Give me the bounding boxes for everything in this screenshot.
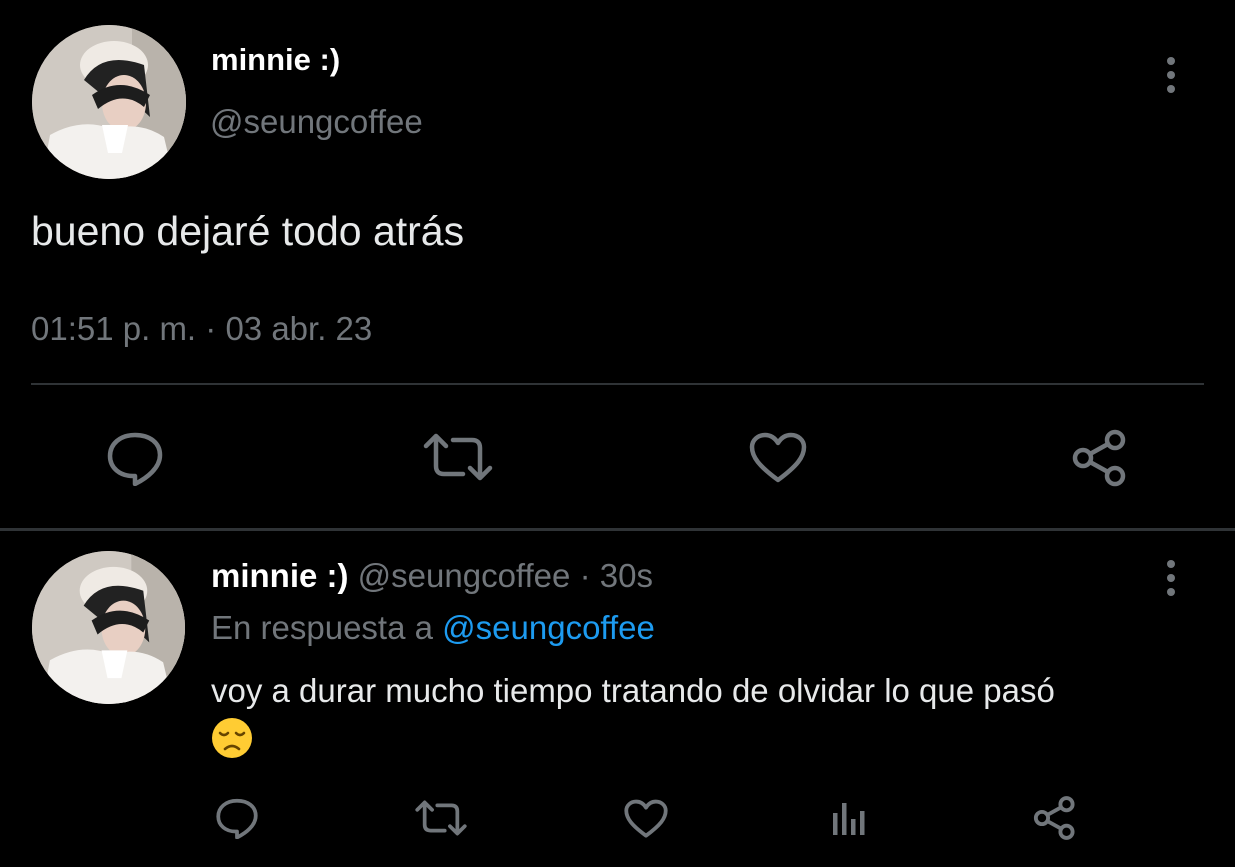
main-display-name[interactable]: minnie :)	[211, 42, 340, 78]
main-reply-button[interactable]	[106, 430, 164, 486]
share-icon	[1072, 429, 1126, 487]
main-time: 01:51 p. m.	[31, 310, 197, 347]
heart-icon	[624, 799, 668, 838]
share-icon	[1033, 796, 1075, 840]
main-divider	[31, 383, 1204, 385]
reply-reply-button[interactable]	[215, 797, 259, 839]
main-share-button[interactable]	[1070, 428, 1130, 488]
reply-share-button[interactable]	[1032, 795, 1078, 841]
heart-icon	[749, 432, 807, 483]
reply-emoji	[211, 717, 253, 759]
reply-avatar[interactable]	[32, 551, 185, 704]
reply-prefix: En respuesta a	[211, 609, 433, 646]
main-avatar[interactable]	[32, 25, 186, 179]
views-bar-chart-icon	[833, 803, 865, 835]
reply-views-button[interactable]	[831, 799, 869, 837]
reply-tweet-text: voy a durar mucho tiempo tratando de olv…	[211, 672, 1055, 709]
reply-separator: ·	[579, 557, 591, 594]
section-divider	[0, 528, 1235, 531]
main-separator: ·	[205, 310, 217, 347]
retweet-icon	[423, 433, 493, 481]
main-timestamp[interactable]: 01:51 p. m. · 03 abr. 23	[31, 310, 372, 348]
disappointed-face-icon	[212, 718, 252, 758]
profile-photo	[32, 551, 185, 704]
reply-to-mention[interactable]: @seungcoffee	[442, 609, 655, 646]
main-handle[interactable]: @seungcoffee	[210, 103, 423, 141]
retweet-icon	[415, 800, 467, 836]
reply-display-name[interactable]: minnie :)	[211, 557, 349, 594]
replying-to: En respuesta a @seungcoffee	[211, 609, 655, 647]
main-date: 03 abr. 23	[225, 310, 373, 347]
reply-header: minnie :) @seungcoffee · 30s	[211, 557, 653, 595]
reply-more-icon[interactable]	[1166, 560, 1176, 602]
reply-time-ago[interactable]: 30s	[600, 557, 653, 594]
main-tweet-text: bueno dejaré todo atrás	[31, 208, 465, 254]
profile-photo	[32, 25, 186, 179]
reply-retweet-button[interactable]	[415, 799, 467, 837]
reply-like-button[interactable]	[624, 799, 668, 839]
reply-icon	[107, 432, 163, 486]
main-like-button[interactable]	[749, 432, 807, 484]
main-retweet-button[interactable]	[423, 432, 493, 482]
reply-handle[interactable]: @seungcoffee	[358, 557, 571, 594]
main-more-icon[interactable]	[1166, 57, 1176, 99]
reply-icon	[216, 798, 258, 839]
